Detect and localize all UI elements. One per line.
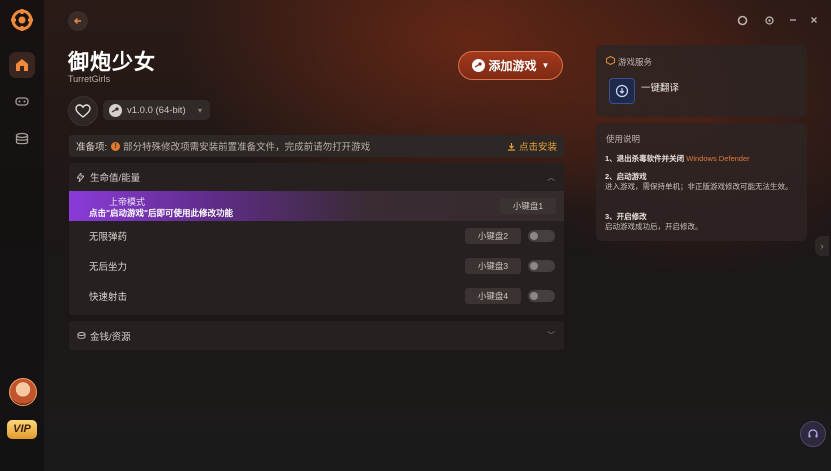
instructions-panel: 使用说明 1、退出杀毒软件并关闭 Windows Defender 2、启动游戏… — [596, 123, 807, 241]
chevron-down-icon: ▾ — [197, 105, 202, 115]
cheat-name: 快速射击 — [89, 292, 128, 303]
game-title: 御炮少女 — [68, 51, 156, 74]
database-icon — [15, 132, 29, 145]
favorite-button[interactable] — [68, 96, 98, 126]
nav-games[interactable] — [9, 88, 35, 114]
prerequisite-message: 部分特殊修改项需安装前置准备文件，完成前请勿打开游戏 — [123, 142, 371, 153]
nav-library[interactable] — [9, 126, 35, 152]
cube-icon — [606, 56, 615, 65]
instruction-step-2: 2、启动游戏 进入游戏，需保持单机；非正版游戏修改可能无法生效。 — [605, 172, 800, 192]
cheat-toggle[interactable] — [528, 260, 555, 272]
chevron-down-icon[interactable]: ﹀ — [547, 330, 555, 341]
prerequisite-bar: 准备项: ! 部分特殊修改项需安装前置准备文件，完成前请勿打开游戏 点击安装 — [69, 135, 564, 157]
cheat-row[interactable]: 快速射击 小键盘4 — [69, 281, 564, 311]
step-heading: 2、启动游戏 — [605, 172, 647, 181]
vip-badge[interactable]: VIP — [7, 420, 37, 439]
home-icon — [16, 59, 28, 71]
instructions-title: 使用说明 — [606, 134, 641, 144]
download-icon — [507, 142, 515, 151]
hotkey-button[interactable]: 小键盘3 — [465, 258, 521, 274]
heart-icon — [75, 104, 91, 118]
step-body: 进入游戏，需保持单机；非正版游戏修改可能无法生效。 — [605, 182, 793, 191]
coins-icon — [77, 331, 86, 340]
warning-icon: ! — [111, 141, 121, 151]
cheat-row[interactable]: 上帝模式 点击"启动游戏"后即可使用此修改功能 小键盘1 — [69, 191, 564, 221]
cheat-name: 无后坐力 — [89, 262, 128, 273]
add-game-button[interactable]: 添加游戏 ▼ — [458, 51, 563, 80]
version-select[interactable]: v1.0.0 (64-bit) ▾ — [103, 100, 210, 120]
step-heading: 1、退出杀毒软件并关闭 — [605, 154, 685, 163]
hotkey-button[interactable]: 小键盘2 — [465, 228, 521, 244]
step-heading: 3、开启修改 — [605, 212, 647, 221]
download-circle-icon — [615, 84, 629, 98]
app-logo-icon[interactable] — [11, 9, 33, 31]
close-button[interactable] — [806, 12, 822, 28]
back-button[interactable] — [68, 11, 88, 31]
instruction-step-3: 3、开启修改 启动游戏成功后，开启修改。 — [605, 212, 800, 232]
version-label: v1.0.0 (64-bit) — [127, 104, 186, 116]
user-avatar[interactable] — [9, 378, 37, 406]
install-label: 点击安装 — [518, 142, 557, 153]
section-money: 金钱/资源 ﹀ — [69, 321, 564, 350]
gear-icon — [764, 15, 774, 25]
cheat-row[interactable]: 无后坐力 小键盘3 — [69, 251, 564, 281]
cheat-toggle[interactable] — [528, 290, 555, 302]
section-money-title: 金钱/资源 — [90, 331, 131, 343]
nav-home[interactable] — [9, 52, 35, 78]
hotkey-button[interactable]: 小键盘1 — [500, 198, 556, 214]
game-service-title: 游戏服务 — [618, 57, 653, 67]
support-button[interactable] — [800, 421, 826, 447]
cheat-toggle[interactable] — [528, 230, 555, 242]
section-money-header[interactable]: 金钱/资源 ﹀ — [69, 321, 564, 350]
circle-icon — [737, 15, 747, 25]
game-subtitle: TurretGirls — [68, 74, 111, 84]
chevron-right-icon: › — [820, 241, 824, 251]
arrow-left-icon — [74, 18, 81, 24]
close-icon — [811, 17, 817, 23]
cheat-name: 无限弹药 — [89, 232, 128, 243]
step-body: 启动游戏成功后，开启修改。 — [605, 222, 703, 231]
install-button[interactable]: 点击安装 — [507, 139, 557, 153]
settings-button[interactable] — [761, 12, 777, 28]
lightning-icon — [77, 172, 86, 182]
chevron-down-icon: ▼ — [541, 61, 550, 70]
cheat-hint: 点击"启动游戏"后即可使用此修改功能 — [89, 208, 234, 218]
side-panel-expander[interactable]: › — [815, 236, 829, 256]
chevron-up-icon[interactable]: ︿ — [547, 172, 555, 183]
instruction-step-1: 1、退出杀毒软件并关闭 Windows Defender — [605, 154, 750, 164]
prerequisite-label: 准备项: — [76, 142, 108, 153]
section-health-header[interactable]: 生命值/能量 ︿ — [69, 163, 564, 191]
cheat-row[interactable]: 无限弹药 小键盘2 — [69, 221, 564, 251]
notification-button[interactable] — [734, 12, 750, 28]
left-rail: VIP — [0, 0, 44, 471]
hotkey-button[interactable]: 小键盘4 — [465, 288, 521, 304]
translate-label: 一键翻译 — [641, 83, 680, 94]
add-game-label: 添加游戏 — [488, 59, 537, 73]
section-health-title: 生命值/能量 — [90, 173, 141, 184]
translate-button[interactable] — [609, 78, 635, 104]
section-health: 生命值/能量 ︿ 上帝模式 点击"启动游戏"后即可使用此修改功能 小键盘1 无限… — [69, 163, 564, 315]
minimize-icon — [790, 19, 796, 21]
headset-icon — [808, 429, 818, 438]
gamepad-icon — [15, 97, 29, 106]
minimize-button[interactable] — [785, 12, 801, 28]
game-service-panel: 游戏服务 一键翻译 — [596, 45, 807, 117]
step-accent: Windows Defender — [686, 154, 750, 163]
steam-icon — [471, 59, 485, 72]
steam-icon — [109, 103, 122, 117]
